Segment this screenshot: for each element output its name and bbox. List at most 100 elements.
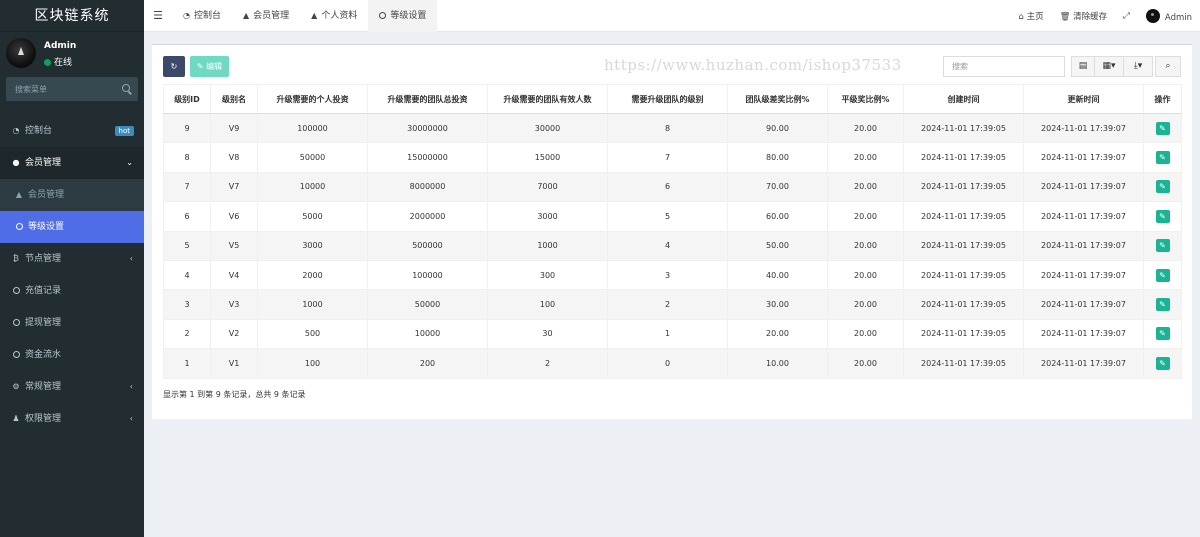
table-cell: V5	[210, 230, 258, 261]
sidebar-item-label: 资金流水	[25, 350, 62, 360]
pencil-icon: ✎	[196, 62, 207, 71]
table-cell: 4	[607, 230, 728, 261]
search-icon[interactable]	[122, 84, 130, 92]
sidebar-item-label: 充值记录	[25, 286, 62, 296]
row-edit-button[interactable]: ✎	[1155, 121, 1170, 135]
admin-menu[interactable]: Admin	[1138, 9, 1200, 23]
sidebar-item-label: 常规管理	[25, 382, 62, 392]
columns-icon[interactable]: ▦▾	[1094, 56, 1124, 77]
user-status-label: 在线	[54, 58, 73, 68]
tab-profile[interactable]: ▲ 个人资料	[300, 0, 368, 32]
table-cell: 1	[607, 318, 728, 350]
sidebar-item-label: 会员管理	[25, 158, 62, 168]
column-header[interactable]: 操作	[1143, 84, 1182, 114]
row-edit-button[interactable]: ✎	[1155, 209, 1170, 223]
column-header[interactable]: 升级需要的团队总投资	[367, 84, 488, 114]
column-header[interactable]: 更新时间	[1023, 84, 1144, 114]
sidebar-item-members[interactable]: ● 会员管理 ⌄	[0, 147, 144, 179]
table-cell: 2000	[257, 259, 368, 291]
row-edit-button[interactable]: ✎	[1155, 151, 1170, 165]
table-cell: 20.00	[827, 171, 904, 203]
toggle-view-icon[interactable]: ▤	[1071, 56, 1095, 77]
column-header[interactable]: 级别ID	[163, 84, 211, 114]
sidebar-menu: ◔ 控制台 hot ● 会员管理 ⌄ ▲ 会员管理 等级设置 ₿ 节点管理 ‹ 充值记录 提现…	[0, 115, 144, 435]
trash-icon: 🗑︎	[1059, 12, 1074, 22]
user-circle-icon: ●	[12, 158, 20, 167]
search-icon[interactable]: ⌕	[1155, 56, 1181, 77]
table-cell: 2024-11-01 17:39:07	[1023, 142, 1144, 173]
sidebar-item-fund-flow[interactable]: 资金流水	[0, 339, 144, 371]
tab-level-settings[interactable]: 等级设置	[368, 0, 438, 32]
menu-toggle-icon[interactable]: ☰	[144, 9, 172, 22]
column-header[interactable]: 升级需要的团队有效人数	[487, 84, 608, 114]
table-cell: 7000	[487, 171, 608, 203]
row-actions: ✎	[1143, 289, 1182, 320]
table-cell: 20.00	[827, 230, 904, 261]
table-row: 3 V3 1000 50000 100 2 30.00 20.00 2024-11-01 17:…	[163, 289, 1182, 320]
row-edit-button[interactable]: ✎	[1155, 298, 1170, 312]
row-edit-button[interactable]: ✎	[1155, 180, 1170, 194]
column-header[interactable]: 级别名	[210, 84, 258, 114]
table-row: 2 V2 500 10000 30 1 20.00 20.00 2024-11-01 17:39…	[163, 318, 1182, 350]
circle-icon	[11, 275, 21, 307]
table-cell: 0	[607, 348, 728, 379]
online-dot-icon	[44, 59, 51, 66]
table-cell: 2024-11-01 17:39:07	[1023, 348, 1144, 379]
sidebar-item-permissions[interactable]: ♟ 权限管理 ‹	[0, 403, 144, 435]
refresh-button[interactable]: ↻	[163, 56, 185, 77]
sidebar-item-level-settings[interactable]: 等级设置	[0, 211, 144, 243]
sidebar-item-withdraw[interactable]: 提现管理	[0, 307, 144, 339]
column-header[interactable]: 平级奖比例%	[827, 84, 904, 114]
row-edit-button[interactable]: ✎	[1155, 268, 1170, 282]
table-cell: 2024-11-01 17:39:05	[903, 171, 1024, 203]
sidebar-item-label: 控制台	[25, 126, 53, 136]
table-cell: 50000	[257, 142, 368, 173]
table-cell: 2024-11-01 17:39:05	[903, 289, 1024, 320]
tab-dashboard[interactable]: ◔ 控制台	[172, 0, 232, 32]
fullscreen-icon[interactable]: ⤢	[1115, 11, 1138, 21]
column-header[interactable]: 团队级差奖比例%	[727, 84, 828, 114]
chevron-down-icon: ⌄	[126, 158, 133, 167]
chevron-left-icon: ‹	[129, 382, 133, 391]
table-cell: 200	[367, 348, 488, 379]
row-edit-button[interactable]: ✎	[1155, 327, 1170, 341]
sidebar-item-member-list[interactable]: ▲ 会员管理	[0, 179, 144, 211]
row-edit-button[interactable]: ✎	[1155, 356, 1170, 370]
column-header[interactable]: 需要升级团队的级别	[607, 84, 728, 114]
app-title[interactable]: 区块链系统	[0, 0, 144, 32]
topbar: ☰ ◔ 控制台 ▲ 会员管理 ▲ 个人资料 等级设置 ⌂ 主页 🗑︎ 清除缓存 ⤢ A…	[144, 0, 1200, 32]
table-cell: 1000	[257, 289, 368, 320]
sidebar-item-general[interactable]: ⚙ 常规管理 ‹	[0, 371, 144, 403]
table-cell: 2024-11-01 17:39:05	[903, 201, 1024, 232]
tab-members[interactable]: ▲ 会员管理	[232, 0, 300, 32]
table-toolbar: ↻ ✎ 编辑 ▤ ▦▾ ⤓▾ ⌕	[163, 56, 1181, 78]
sidebar-item-dashboard[interactable]: ◔ 控制台 hot	[0, 115, 144, 147]
user-status: 在线	[44, 55, 72, 68]
table-cell: V1	[210, 348, 258, 379]
sidebar-search-input[interactable]	[6, 77, 138, 101]
table-cell: 60.00	[727, 201, 828, 232]
tab-label: 等级设置	[390, 10, 427, 21]
table-search-input[interactable]	[943, 56, 1065, 77]
sidebar-item-label: 权限管理	[25, 414, 62, 424]
dashboard-icon: ◔	[12, 126, 20, 135]
home-link[interactable]: ⌂ 主页	[1010, 10, 1051, 22]
level-table: 级别ID 级别名 升级需要的个人投资 升级需要的团队总投资 升级需要的团队有效人数 需要升…	[163, 84, 1182, 379]
edit-button[interactable]: ✎ 编辑	[189, 56, 230, 77]
user-panel: Admin 在线	[0, 32, 144, 74]
table-cell: 20.00	[827, 318, 904, 350]
table-cell: 3000	[257, 230, 368, 261]
column-header[interactable]: 升级需要的个人投资	[257, 84, 368, 114]
table-cell: 15000000	[367, 142, 488, 173]
row-edit-button[interactable]: ✎	[1155, 239, 1170, 253]
column-header[interactable]: 创建时间	[903, 84, 1024, 114]
table-cell: V7	[210, 171, 258, 203]
export-icon[interactable]: ⤓▾	[1123, 56, 1153, 77]
clear-cache-button[interactable]: 🗑︎ 清除缓存	[1052, 10, 1116, 22]
table-cell: 100	[257, 348, 368, 379]
table-cell: 10000	[367, 318, 488, 350]
sidebar-item-recharge[interactable]: 充值记录	[0, 275, 144, 307]
table-cell: V9	[210, 112, 258, 144]
sidebar-item-nodes[interactable]: ₿ 节点管理 ‹	[0, 243, 144, 275]
sidebar-search	[6, 77, 138, 101]
